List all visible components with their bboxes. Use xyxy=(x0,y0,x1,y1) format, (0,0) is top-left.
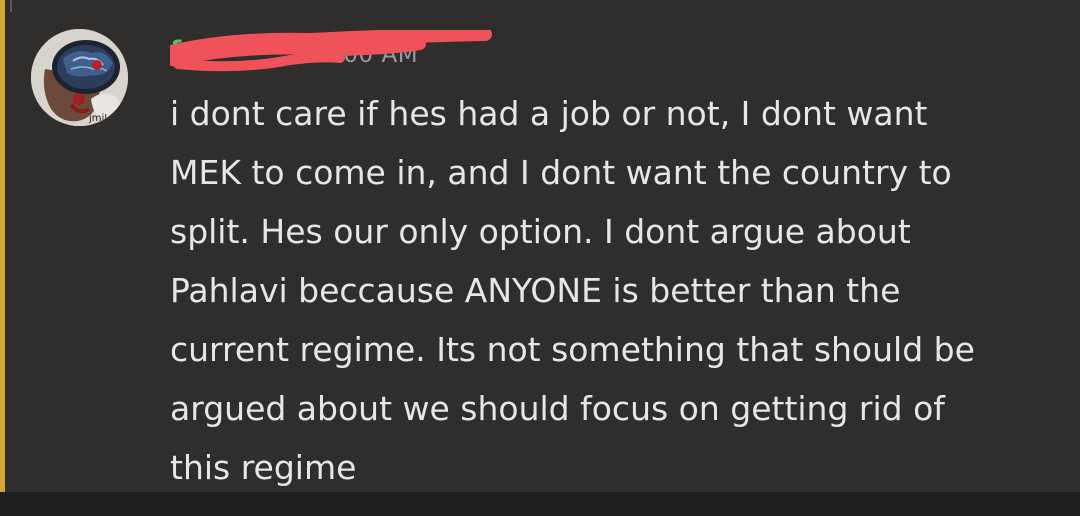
message-content: i dont care if hes had a job or not, I d… xyxy=(170,84,1060,497)
username[interactable]: f xyxy=(170,36,181,66)
timestamp: 4:00 AM xyxy=(320,42,419,68)
message-row[interactable]: jmiI f 4:00 AM i dont care if hes had a … xyxy=(0,0,1080,492)
message-line: current regime. Its not something that s… xyxy=(170,330,975,369)
avatar-brain-artwork-icon: jmiI xyxy=(31,29,128,126)
message-line: MEK to come in, and I dont want the coun… xyxy=(170,153,952,192)
reply-connector xyxy=(0,0,12,12)
avatar-overlay-text: jmiI xyxy=(88,113,107,124)
message-line: i dont care if hes had a job or not, I d… xyxy=(170,94,928,133)
bottom-divider xyxy=(0,492,1080,516)
message-header: f 4:00 AM xyxy=(170,30,570,80)
message-line: Pahlavi beccause ANYONE is better than t… xyxy=(170,271,901,310)
user-avatar[interactable]: jmiI xyxy=(31,29,128,126)
mention-highlight-bar xyxy=(0,0,5,492)
message-line: this regime xyxy=(170,448,357,487)
message-line: split. Hes our only option. I dont argue… xyxy=(170,212,911,251)
message-line: argued about we should focus on getting … xyxy=(170,389,945,428)
